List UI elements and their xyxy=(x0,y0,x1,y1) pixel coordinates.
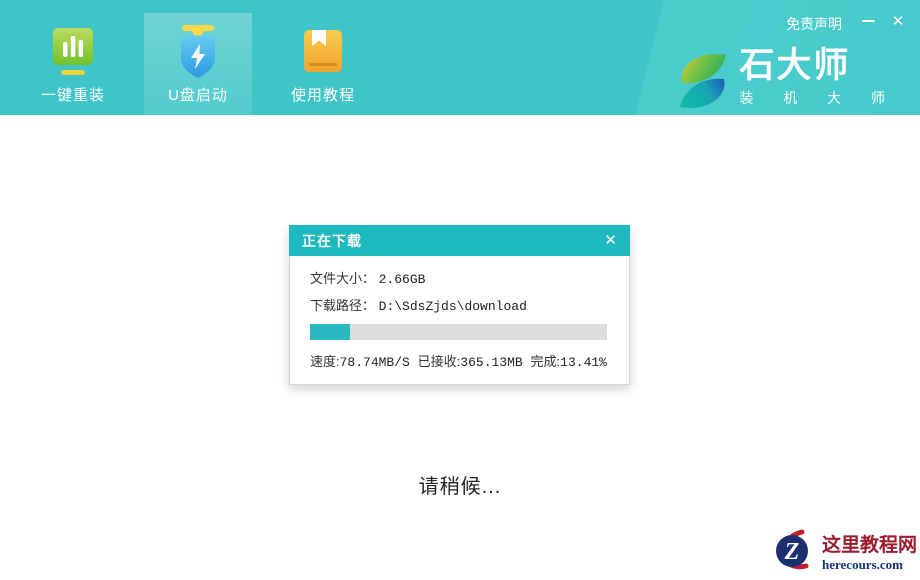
dialog-title: 正在下载 xyxy=(302,231,604,251)
watermark-site-url: herecours.com xyxy=(822,557,903,572)
watermark: Z 这里教程网 herecours.com xyxy=(766,528,918,578)
file-size-row: 文件大小： 2.66GB xyxy=(310,268,607,287)
usb-boot-icon xyxy=(173,26,223,78)
tab-usb-boot[interactable]: U盘启动 xyxy=(144,13,252,115)
minimize-button[interactable] xyxy=(856,10,880,32)
close-button[interactable]: ✕ xyxy=(886,10,910,32)
stats-row: 速度:78.74MB/S 已接收:365.13MB 完成:13.41% xyxy=(310,351,607,370)
download-path-label: 下载路径： xyxy=(310,298,375,313)
file-size-label: 文件大小： xyxy=(310,271,375,286)
received-value: 365.13MB xyxy=(460,355,522,370)
brand-name: 石大师 xyxy=(739,48,898,84)
reinstall-icon xyxy=(50,26,96,78)
dialog-close-icon[interactable]: ✕ xyxy=(604,233,617,248)
tab-label: 一键重装 xyxy=(41,84,105,105)
disclaimer-link[interactable]: 免责声明 xyxy=(786,14,842,34)
tab-one-key-reinstall[interactable]: 一键重装 xyxy=(19,13,127,115)
download-path-value: D:\SdsZjds\download xyxy=(379,299,527,314)
download-dialog: 正在下载 ✕ 文件大小： 2.66GB 下载路径： D:\SdsZjds\dow… xyxy=(289,226,630,385)
please-wait-text: 请稍候... xyxy=(0,470,920,499)
done-value: 13.41% xyxy=(560,355,607,370)
brand-logo-icon xyxy=(677,52,729,115)
minimize-icon xyxy=(862,20,875,22)
tutorial-icon xyxy=(300,26,346,78)
progress-fill xyxy=(310,324,350,340)
speed-stat: 速度:78.74MB/S xyxy=(310,351,410,370)
progress-bar xyxy=(310,324,607,340)
tab-tutorial[interactable]: 使用教程 xyxy=(269,13,377,115)
tab-label: U盘启动 xyxy=(168,84,228,105)
app-window: 一键重装 U盘启动 xyxy=(0,0,920,580)
received-label: 已接收: xyxy=(418,354,461,369)
brand: 石大师 装 机 大 师 xyxy=(677,48,898,115)
speed-label: 速度: xyxy=(310,354,340,369)
file-size-value: 2.66GB xyxy=(379,272,426,287)
watermark-site-name: 这里教程网 xyxy=(822,535,917,557)
tab-label: 使用教程 xyxy=(291,84,355,105)
watermark-logo-icon: Z xyxy=(766,527,818,580)
received-stat: 已接收:365.13MB xyxy=(418,351,523,370)
speed-value: 78.74MB/S xyxy=(340,355,410,370)
done-stat: 完成:13.41% xyxy=(531,351,607,370)
download-path-row: 下载路径： D:\SdsZjds\download xyxy=(310,295,607,314)
dialog-titlebar: 正在下载 ✕ xyxy=(289,225,630,256)
watermark-letter: Z xyxy=(784,539,800,565)
dialog-body: 文件大小： 2.66GB 下载路径： D:\SdsZjds\download 速… xyxy=(290,256,629,384)
brand-subtitle: 装 机 大 师 xyxy=(739,88,898,108)
done-label: 完成: xyxy=(531,354,561,369)
header: 一键重装 U盘启动 xyxy=(0,0,920,115)
